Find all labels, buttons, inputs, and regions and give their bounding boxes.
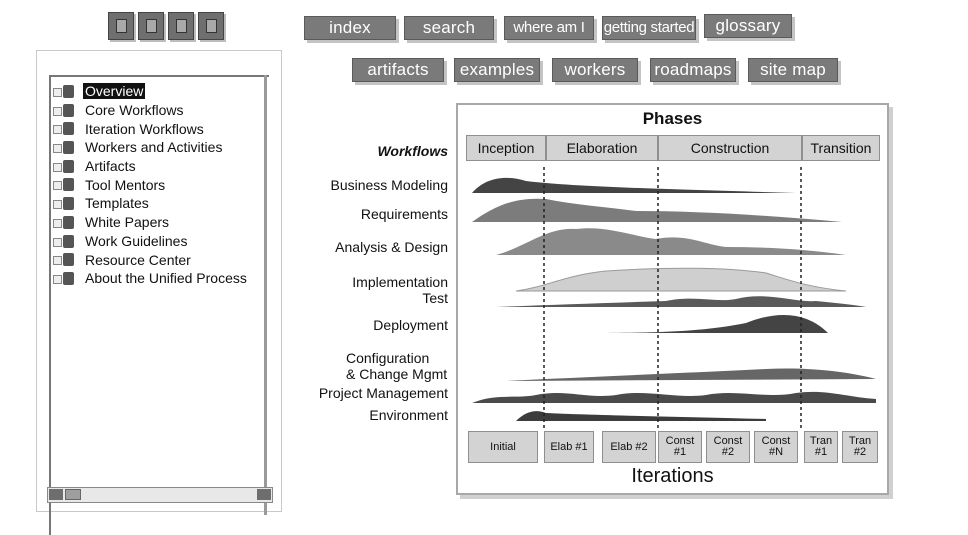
diagram-title: Phases xyxy=(642,109,703,128)
workflow-label-project-management[interactable]: Project Management xyxy=(319,385,448,401)
tree-item-label: Core Workflows xyxy=(85,102,184,119)
tree-item-work-guidelines[interactable]: Work Guidelines xyxy=(53,232,249,251)
book-icon xyxy=(53,252,75,267)
phase-elaboration[interactable]: Elaboration xyxy=(546,135,658,161)
workflow-label-analysis-design[interactable]: Analysis & Design xyxy=(335,239,448,255)
tree-item-label: Overview xyxy=(83,83,146,100)
nav-examples-button[interactable]: examples xyxy=(454,58,540,82)
horizontal-scrollbar[interactable] xyxy=(47,487,273,503)
curve-business-modeling xyxy=(472,177,796,193)
nav-workers-button[interactable]: workers xyxy=(552,58,638,82)
iteration-tran-2[interactable]: Tran #2 xyxy=(842,431,878,463)
phase-inception[interactable]: Inception xyxy=(466,135,546,161)
book-icon xyxy=(53,103,75,118)
tree-item-resource-center[interactable]: Resource Center xyxy=(53,250,249,269)
iteration-tran-1[interactable]: Tran #1 xyxy=(804,431,838,463)
book-icon xyxy=(53,196,75,211)
nav-site-map-button[interactable]: site map xyxy=(748,58,838,82)
book-icon xyxy=(53,121,75,136)
tree-item-label: About the Unified Process xyxy=(85,270,247,287)
workflow-label-test[interactable]: Test xyxy=(422,290,448,306)
workflows-heading: Workflows xyxy=(377,143,448,159)
tree-item-iteration-workflows[interactable]: Iteration Workflows xyxy=(53,119,249,138)
navigation-tree-panel: Overview Core Workflows Iteration Workfl… xyxy=(36,50,282,535)
toolbar xyxy=(108,12,224,42)
curve-configuration xyxy=(506,368,876,381)
iterations-label: Iterations xyxy=(631,465,714,487)
tree-list: Overview Core Workflows Iteration Workfl… xyxy=(53,82,249,288)
tree-item-overview[interactable]: Overview xyxy=(53,82,249,101)
tree-item-label: Iteration Workflows xyxy=(85,120,204,137)
tree-item-templates[interactable]: Templates xyxy=(53,194,249,213)
curve-requirements xyxy=(472,198,842,222)
workflow-effort-curves xyxy=(472,167,876,429)
phase-construction[interactable]: Construction xyxy=(658,135,802,161)
tree-item-core-workflows[interactable]: Core Workflows xyxy=(53,101,249,120)
tree-item-label: Artifacts xyxy=(85,158,136,175)
nav-roadmaps-button[interactable]: roadmaps xyxy=(650,58,736,82)
tree-item-tool-mentors[interactable]: Tool Mentors xyxy=(53,175,249,194)
iteration-elab-2[interactable]: Elab #2 xyxy=(602,431,656,463)
book-icon xyxy=(53,140,75,155)
book-icon xyxy=(53,177,75,192)
iteration-const-2[interactable]: Const #2 xyxy=(706,431,750,463)
tree-item-about-the-unified-process[interactable]: About the Unified Process xyxy=(53,269,249,288)
iteration-const-n[interactable]: Const #N xyxy=(754,431,798,463)
toolbar-icon-2[interactable] xyxy=(138,12,164,40)
toolbar-icon-3[interactable] xyxy=(168,12,194,40)
curve-project-management xyxy=(472,391,876,403)
curve-test xyxy=(496,296,866,307)
tree-item-label: Templates xyxy=(85,195,149,212)
tree-item-label: Resource Center xyxy=(85,251,191,268)
tree-item-white-papers[interactable]: White Papers xyxy=(53,213,249,232)
nav-getting-started-button[interactable]: getting started xyxy=(602,16,696,40)
book-icon xyxy=(53,215,75,230)
workflow-label-configuration[interactable]: Configuration & Change Mgmt xyxy=(346,350,447,382)
workflow-label-deployment[interactable]: Deployment xyxy=(373,317,448,333)
tree-item-label: Workers and Activities xyxy=(85,139,223,156)
scroll-left-arrow-icon[interactable] xyxy=(49,489,63,500)
nav-where-am-i-button[interactable]: where am I xyxy=(504,16,594,40)
tree-item-label: White Papers xyxy=(85,214,170,231)
curve-deployment xyxy=(586,314,828,333)
curve-environment xyxy=(516,411,766,421)
tree-item-artifacts[interactable]: Artifacts xyxy=(53,157,249,176)
workflow-label-environment[interactable]: Environment xyxy=(369,407,448,423)
nav-glossary-button[interactable]: glossary xyxy=(704,14,792,38)
workflow-label-implementation[interactable]: Implementation xyxy=(352,274,448,290)
book-icon xyxy=(53,234,75,249)
book-icon xyxy=(53,84,75,99)
book-icon xyxy=(53,159,75,174)
workflow-label-requirements[interactable]: Requirements xyxy=(361,206,448,222)
curve-implementation xyxy=(515,267,847,292)
toolbar-icon-4[interactable] xyxy=(198,12,224,40)
toolbar-icon-1[interactable] xyxy=(108,12,134,40)
tree-frame-edge xyxy=(264,75,267,515)
phase-transition[interactable]: Transition xyxy=(802,135,880,161)
iteration-elab-1[interactable]: Elab #1 xyxy=(544,431,594,463)
scroll-right-arrow-icon[interactable] xyxy=(257,489,271,500)
tree-item-label: Tool Mentors xyxy=(85,176,166,193)
curve-analysis-design xyxy=(496,228,846,255)
tree-item-workers-and-activities[interactable]: Workers and Activities xyxy=(53,138,249,157)
scrollbar-thumb[interactable] xyxy=(65,489,81,500)
iteration-initial[interactable]: Initial xyxy=(468,431,538,463)
rup-phases-diagram: Phases Inception Elaboration Constructio… xyxy=(456,103,889,495)
iteration-const-1[interactable]: Const #1 xyxy=(658,431,702,463)
nav-search-button[interactable]: search xyxy=(404,16,494,40)
nav-artifacts-button[interactable]: artifacts xyxy=(352,58,444,82)
workflow-label-business-modeling[interactable]: Business Modeling xyxy=(330,177,448,193)
nav-index-button[interactable]: index xyxy=(304,16,396,40)
book-icon xyxy=(53,271,75,286)
tree-item-label: Work Guidelines xyxy=(85,232,188,249)
